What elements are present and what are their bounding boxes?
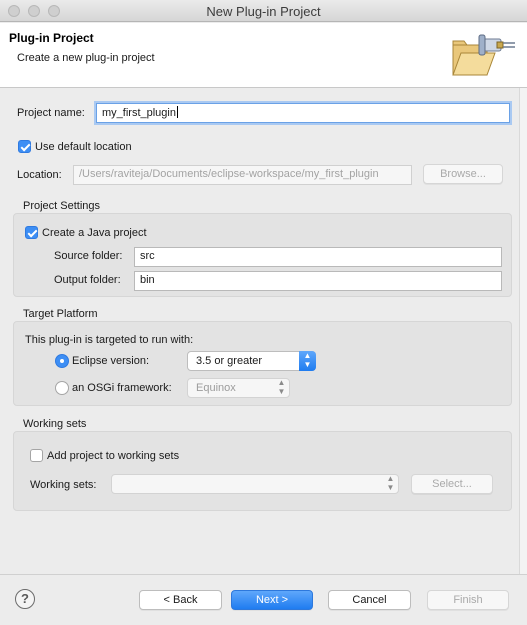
eclipse-version-select[interactable]: 3.5 or greater ▲ ▼ — [187, 351, 316, 371]
window-title: New Plug-in Project — [206, 4, 321, 19]
eclipse-version-value: 3.5 or greater — [196, 355, 263, 367]
working-sets-select[interactable]: ▲ ▼ — [111, 474, 399, 494]
add-to-working-sets-label: Add project to working sets — [47, 450, 180, 462]
working-sets-label: Working sets: — [30, 479, 97, 491]
output-folder-input[interactable]: bin — [134, 271, 502, 291]
location-label: Location: — [17, 169, 62, 181]
source-folder-label: Source folder: — [54, 250, 123, 262]
add-to-working-sets-checkbox[interactable] — [30, 449, 43, 462]
eclipse-version-radio[interactable] — [55, 354, 69, 368]
text-caret — [176, 106, 178, 118]
project-name-label: Project name: — [17, 107, 85, 119]
working-sets-group-label: Working sets — [23, 418, 87, 430]
working-sets-group — [13, 431, 512, 511]
use-default-location-label: Use default location — [35, 141, 132, 153]
create-java-project-checkbox[interactable] — [25, 226, 38, 239]
target-platform-intro: This plug-in is targeted to run with: — [25, 334, 194, 346]
location-input[interactable]: /Users/raviteja/Documents/eclipse-worksp… — [73, 165, 412, 185]
project-name-input[interactable]: my_first_plugin — [96, 103, 510, 123]
plugin-folder-wizard-icon — [452, 34, 515, 76]
browse-button[interactable]: Browse... — [423, 164, 503, 184]
source-folder-input[interactable]: src — [134, 247, 502, 267]
chevron-updown-icon: ▲ ▼ — [277, 378, 286, 396]
help-icon[interactable]: ? — [15, 589, 35, 609]
osgi-framework-label: an OSGi framework: — [72, 382, 172, 394]
select-working-sets-button[interactable]: Select... — [411, 474, 493, 494]
new-plugin-project-dialog: New Plug-in Project Plug-in Project Crea… — [0, 0, 527, 625]
target-platform-group-label: Target Platform — [23, 308, 98, 320]
title-bar[interactable]: New Plug-in Project — [0, 0, 527, 22]
back-button[interactable]: < Back — [139, 590, 222, 610]
chevron-updown-icon: ▲ ▼ — [386, 474, 395, 492]
osgi-framework-select[interactable]: Equinox ▲ ▼ — [187, 378, 290, 398]
next-button[interactable]: Next > — [231, 590, 313, 610]
project-settings-group-label: Project Settings — [23, 200, 101, 212]
footer-divider — [0, 574, 527, 575]
osgi-framework-radio[interactable] — [55, 381, 69, 395]
chevron-updown-icon: ▲ ▼ — [299, 351, 316, 371]
use-default-location-checkbox[interactable] — [18, 140, 31, 153]
cancel-button[interactable]: Cancel — [328, 590, 411, 610]
create-java-project-label: Create a Java project — [42, 227, 147, 239]
page-title: Plug-in Project — [9, 31, 94, 45]
wizard-header: Plug-in Project Create a new plug-in pro… — [0, 23, 527, 88]
page-description: Create a new plug-in project — [17, 52, 155, 64]
project-name-value: my_first_plugin — [102, 107, 176, 119]
output-folder-label: Output folder: — [54, 274, 121, 286]
dialog-right-edge — [519, 88, 527, 574]
osgi-framework-value: Equinox — [196, 382, 236, 394]
finish-button[interactable]: Finish — [427, 590, 509, 610]
eclipse-version-label: Eclipse version: — [72, 355, 150, 367]
